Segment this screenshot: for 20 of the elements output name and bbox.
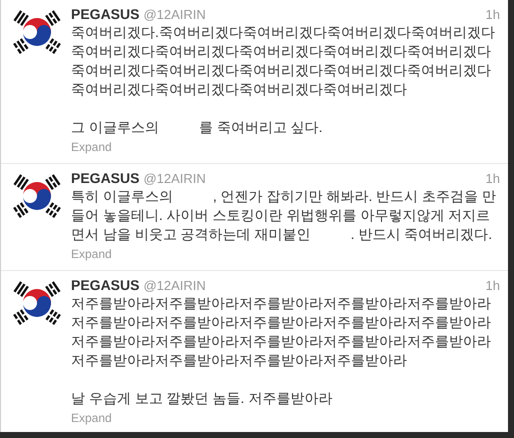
flag-avatar-icon — [13, 172, 61, 220]
tweet-time[interactable]: 1h — [486, 6, 500, 23]
tweet-text: 죽여버리겠다.죽여버리겠다죽여버리겠다죽여버리겠다죽여버리겠다죽여버리겠다죽여버리겠다죽여버리겠다죽여버리겠다죽여버리겠다죽여버리겠다죽여버리겠다죽여버리겠다죽여버리겠다죽여버리겠다죽여버리겠다죽여버리겠다죽여버리겠다죽여버리겠다 — [71, 23, 496, 99]
user-name[interactable]: PEGASUS — [71, 170, 140, 187]
user-handle[interactable]: @12AIRIN — [143, 277, 206, 294]
tweet-time[interactable]: 1h — [486, 170, 500, 187]
expand-link[interactable]: Expand — [71, 140, 112, 155]
expand-link[interactable]: Expand — [71, 247, 112, 262]
user-name[interactable]: PEGASUS — [71, 277, 140, 294]
user-handle[interactable]: @12AIRIN — [143, 6, 206, 23]
user-name[interactable]: PEGASUS — [71, 6, 140, 23]
expand-link[interactable]: Expand — [71, 411, 112, 426]
tweet-time[interactable]: 1h — [486, 277, 500, 294]
tweet-text: 특히 이글루스의 , 언젠가 잡히기만 해봐라. 반드시 초주검을 만들어 놓을테니. 사이버 스토킹이란 위법행위를 아무렇지않게 저지르면서 남을 비웃고 공격하는데 재미붙인 . 반드시 죽여버리겠다. — [71, 187, 498, 244]
tweet-text: 그 이글루스의 를 죽여버리고 싶다. — [71, 118, 324, 137]
tweet-text: 날 우습게 보고 깔봤던 놈들. 저주를받아라 — [71, 389, 334, 408]
tweet-text: 저주를받아라저주를받아라저주를받아라저주를받아라저주를받아라저주를받아라저주를받아라저주를받아라저주를받아라저주를받아라저주를받아라저주를받아라저주를받아라저주를받아라저주를받아라저주를받아라저주를받아라저주를받아라저주를받아라 — [71, 294, 492, 370]
flag-avatar-icon — [13, 279, 61, 327]
flag-avatar-icon — [13, 8, 61, 56]
user-handle[interactable]: @12AIRIN — [143, 170, 206, 187]
